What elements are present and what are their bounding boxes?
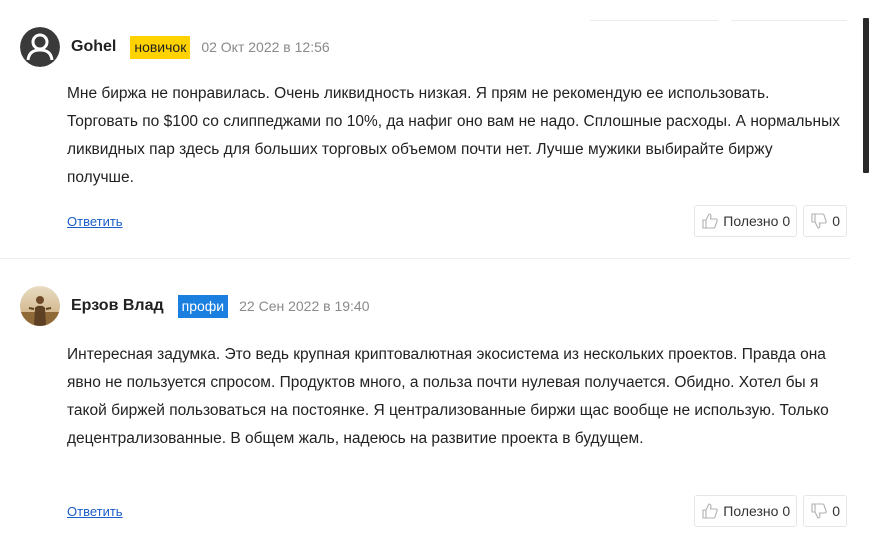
useful-label: Полезно xyxy=(723,213,779,229)
thumbs-down-icon xyxy=(811,213,827,229)
dislike-button[interactable]: 0 xyxy=(803,205,847,237)
comment-text: Мне биржа не понравилась. Очень ликвидно… xyxy=(67,85,840,186)
useful-button[interactable]: Полезно 0 xyxy=(694,205,798,237)
useful-count: 0 xyxy=(782,213,791,229)
thumbs-up-icon xyxy=(702,503,719,519)
comment-header: Gohel новичок 02 Окт 2022 в 12:56 xyxy=(20,27,330,67)
vote-group: Полезно 0 0 xyxy=(694,495,847,527)
top-tab-stub xyxy=(590,0,718,21)
comment-date: 02 Окт 2022 в 12:56 xyxy=(201,39,330,55)
vote-group: Полезно 0 0 xyxy=(694,205,847,237)
scrollbar-thumb[interactable] xyxy=(863,18,869,173)
default-user-icon xyxy=(20,27,60,67)
rank-badge: новичок xyxy=(130,35,191,59)
user-photo-avatar xyxy=(20,286,60,326)
comment-text: Интересная задумка. Это ведь крупная кри… xyxy=(67,346,829,447)
useful-label: Полезно xyxy=(723,503,779,519)
useful-button[interactable]: Полезно 0 xyxy=(694,495,798,527)
dislike-count: 0 xyxy=(832,213,840,229)
comment-date: 22 Сен 2022 в 19:40 xyxy=(239,298,370,314)
comment: Ерзов Влад профи 22 Сен 2022 в 19:40 Инт… xyxy=(0,258,850,527)
useful-count: 0 xyxy=(782,503,791,519)
comment-header: Ерзов Влад профи 22 Сен 2022 в 19:40 xyxy=(20,286,370,326)
rank-badge: профи xyxy=(177,294,229,318)
dislike-count: 0 xyxy=(832,503,840,519)
thumbs-down-icon xyxy=(811,503,827,519)
author-name[interactable]: Gohel xyxy=(71,38,116,56)
thumbs-up-icon xyxy=(702,213,719,229)
reply-link[interactable]: Ответить xyxy=(67,214,123,229)
author-name[interactable]: Ерзов Влад xyxy=(71,297,164,315)
top-tab-stub xyxy=(731,0,847,21)
dislike-button[interactable]: 0 xyxy=(803,495,847,527)
reply-link[interactable]: Ответить xyxy=(67,504,123,519)
